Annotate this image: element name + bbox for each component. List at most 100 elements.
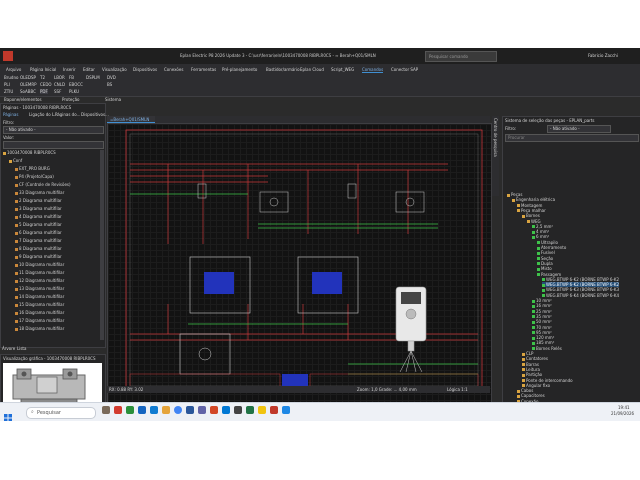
page-tree-item[interactable]: Conf xyxy=(9,158,22,163)
page-tree-item[interactable]: 2 Diagrama multifilar xyxy=(15,198,62,203)
app-icon-dark[interactable] xyxy=(234,406,242,414)
excel-icon[interactable] xyxy=(246,406,254,414)
ribbon-btn-dsplm[interactable]: DSPLM xyxy=(86,75,100,80)
side-tab-centro-pesquisa[interactable]: Centro de pesquisa xyxy=(492,116,499,196)
clock-time[interactable]: 19:41 xyxy=(618,405,630,410)
parts-tree-item[interactable]: 10 mm² xyxy=(532,298,552,303)
file-explorer-icon[interactable] xyxy=(162,406,170,414)
menu-item-pre-planejamento[interactable]: Pré-planejamento xyxy=(222,67,257,72)
page-tree-item[interactable]: 8 Diagrama multifilar xyxy=(15,246,62,251)
menu-item-ferramentas[interactable]: Ferramentas xyxy=(191,67,216,72)
parts-tree-item[interactable]: WEG.BTWP 6-K2 (BORNE BTWP 6-K2 xyxy=(542,282,620,288)
page-tree-item[interactable]: 17 Diagrama multifilar xyxy=(15,318,64,323)
ribbon-btn-cedo[interactable]: CEDO xyxy=(40,82,52,87)
menu-item-inserir[interactable]: Inserir xyxy=(63,67,76,72)
parts-tree-item[interactable]: Misto xyxy=(537,266,552,271)
parts-tree-item[interactable]: 50 mm² xyxy=(532,319,552,324)
page-tree-item[interactable]: 18 Diagrama multifilar xyxy=(15,326,64,331)
menu-item-script-weg[interactable]: Script_WEG xyxy=(331,67,354,72)
powerpoint-icon[interactable] xyxy=(210,406,218,414)
command-search-input[interactable]: Pesquisar comando xyxy=(425,51,497,62)
page-tree-item[interactable]: 12 Diagrama multifilar xyxy=(15,278,64,283)
parts-tree-item[interactable]: 6 mm² xyxy=(532,234,549,239)
page-tree-item[interactable]: 9 Diagrama multifilar xyxy=(15,254,62,259)
parts-tree-item[interactable]: Peças xyxy=(507,192,522,197)
parts-tree-item[interactable]: Fusível xyxy=(537,250,555,255)
ribbon-btn-fb[interactable]: FB xyxy=(69,75,74,80)
parts-tree-item[interactable]: WEG.BTWP 6-K3 (BORNE BTWP 6-K3 xyxy=(542,287,619,292)
ribbon-btn-bs[interactable]: BS xyxy=(107,82,112,87)
parts-tree-item[interactable]: Angular fixo xyxy=(522,383,550,388)
page-tree-item[interactable]: 10 Diagrama multifilar xyxy=(15,262,64,267)
tab-schematic-page[interactable]: =Berah+Q01/SMLN xyxy=(107,116,155,123)
outlook-icon[interactable] xyxy=(138,406,146,414)
tab-arvore[interactable]: Árvore xyxy=(2,346,15,351)
menu-item-editar[interactable]: Editar xyxy=(83,67,95,72)
page-tree-item[interactable]: 5 Diagrama multifilar xyxy=(15,222,62,227)
page-tree-item[interactable]: 16 Diagrama multifilar xyxy=(15,310,64,315)
parts-tree-item[interactable]: Bornes xyxy=(522,213,540,218)
parts-tree-item[interactable]: 16 mm² xyxy=(532,303,552,308)
pages-scrollbar[interactable] xyxy=(100,150,104,340)
parts-tree-item[interactable]: Dupla xyxy=(537,261,553,266)
clock-date[interactable]: 21/09/2026 xyxy=(611,411,634,416)
menu-item-arquivo[interactable]: Arquivo xyxy=(6,67,21,72)
parts-tree-item[interactable]: Seção xyxy=(537,256,553,261)
parts-tree-item[interactable]: Ultrapilo xyxy=(537,240,558,245)
parts-tree-item[interactable]: Montagem xyxy=(517,203,542,208)
parts-tree-item[interactable]: Partição xyxy=(522,372,542,377)
edge-icon[interactable] xyxy=(150,406,158,414)
parts-tree-item[interactable]: Bornes Relés xyxy=(532,346,562,351)
page-tree-item[interactable]: 13 Diagrama multifilar xyxy=(15,286,64,291)
app-icon-lightblue[interactable] xyxy=(282,406,290,414)
parts-tree-item[interactable]: 70 mm² xyxy=(532,325,552,330)
parts-tree-item[interactable]: WEG.BTWP 6-K4 (BORNE BTWP 6-K4 xyxy=(542,293,619,298)
page-tree-item[interactable]: 11 Diagrama multifilar xyxy=(15,270,64,275)
parts-tree-item[interactable]: Capacitores xyxy=(517,393,545,398)
page-tree-item[interactable]: P4 (Projeto/Capa) xyxy=(15,174,54,179)
ribbon-btn-soabbc[interactable]: SoABBC xyxy=(20,89,36,94)
menu-item-visualizacao[interactable]: Visualização xyxy=(102,67,127,72)
page-tree-item[interactable]: 3 Diagrama multifilar xyxy=(15,206,62,211)
page-tree-item[interactable]: 33 Diagrama multifilar xyxy=(15,190,64,195)
word-icon[interactable] xyxy=(186,406,194,414)
parts-tree-item[interactable]: Engenharia elétrica xyxy=(512,197,555,202)
parts-tree-item[interactable]: 35 mm² xyxy=(532,314,552,319)
page-tree-item[interactable]: 4 Diagrama multifilar xyxy=(15,214,62,219)
parts-tree-item[interactable]: 185 mm² xyxy=(532,340,554,345)
ribbon-btn-ztiu[interactable]: ZTIU xyxy=(4,89,13,94)
menu-item-conector-sap[interactable]: Conector SAP xyxy=(391,67,418,72)
menu-item-pagina-inicial[interactable]: Página Inicial xyxy=(30,67,56,72)
parts-search-input[interactable]: Procurar xyxy=(505,134,639,142)
parts-tree-item[interactable]: 4 mm² xyxy=(532,229,549,234)
chrome-icon[interactable] xyxy=(174,406,182,414)
ribbon-btn-olemrp[interactable]: OLEMRP xyxy=(20,82,37,87)
user-name[interactable]: Fabricio Zacchi xyxy=(588,53,618,58)
ribbon-btn-oledsp[interactable]: OLEDSP xyxy=(20,75,36,80)
parts-tree-item[interactable]: Aterramento xyxy=(537,245,566,250)
parts-tree-item[interactable]: 95 mm² xyxy=(532,330,552,335)
menu-item-bastidor[interactable]: Bastidor/armário xyxy=(266,67,300,72)
app-icon-green[interactable] xyxy=(126,406,134,414)
menu-item-conexoes[interactable]: Conexões xyxy=(164,67,183,72)
tab-paginas[interactable]: Páginas xyxy=(3,112,18,117)
page-tree-item[interactable]: 7 Diagrama multifilar xyxy=(15,238,62,243)
parts-tree-item[interactable]: Cabos xyxy=(517,388,533,393)
menu-item-dispositivos[interactable]: Dispositivos xyxy=(133,67,157,72)
ribbon-btn-lbor[interactable]: LBOR xyxy=(54,75,65,80)
value-input[interactable] xyxy=(3,141,104,149)
parts-tree-item[interactable]: Leitura xyxy=(522,367,540,372)
parts-tree-item[interactable]: WEG xyxy=(527,219,541,224)
page-tree-item[interactable]: CF (Controle de Revisões) xyxy=(15,182,71,187)
parts-tree-item[interactable]: Barras xyxy=(522,362,539,367)
app-icon-blue[interactable] xyxy=(222,406,230,414)
taskbar-search-input[interactable]: ⌕ Pesquisar xyxy=(26,407,96,419)
tab-lista[interactable]: Lista xyxy=(17,346,26,351)
teams-icon[interactable] xyxy=(198,406,206,414)
ribbon-btn-t2[interactable]: T2 xyxy=(40,75,45,80)
windows-start-icon[interactable] xyxy=(4,407,12,421)
app-icon-yellow[interactable] xyxy=(258,406,266,414)
ribbon-btn-ebocc[interactable]: EBOCC xyxy=(69,82,83,87)
menu-item-eplan-cloud[interactable]: Eplan Cloud xyxy=(300,67,324,72)
ribbon-btn-brudno[interactable]: Brudno xyxy=(4,75,18,80)
